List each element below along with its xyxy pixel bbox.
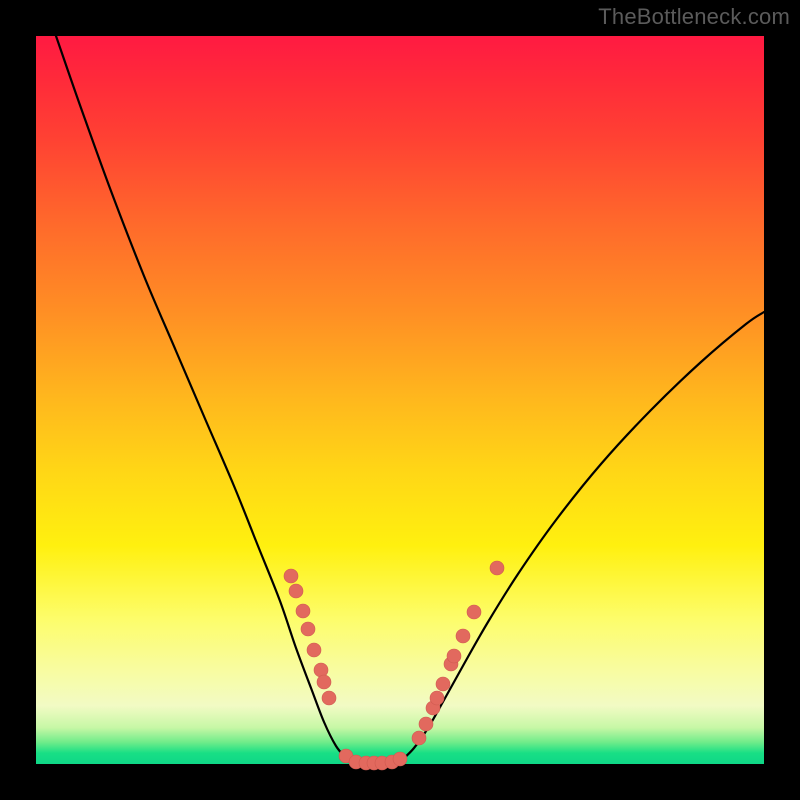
data-point	[456, 629, 470, 643]
data-point	[393, 752, 407, 766]
data-point	[490, 561, 504, 575]
data-point	[301, 622, 315, 636]
curve-right	[402, 312, 764, 760]
data-point	[289, 584, 303, 598]
data-point	[284, 569, 298, 583]
data-point	[419, 717, 433, 731]
data-point	[467, 605, 481, 619]
data-point	[447, 649, 461, 663]
marker-group	[284, 561, 504, 770]
data-point	[430, 691, 444, 705]
data-point	[436, 677, 450, 691]
data-point	[307, 643, 321, 657]
data-point	[296, 604, 310, 618]
data-point	[322, 691, 336, 705]
chart-svg	[36, 36, 764, 764]
curve-left	[56, 36, 346, 758]
chart-frame: TheBottleneck.com	[0, 0, 800, 800]
watermark: TheBottleneck.com	[598, 4, 790, 30]
data-point	[314, 663, 328, 677]
plot-area	[36, 36, 764, 764]
data-point	[412, 731, 426, 745]
data-point	[317, 675, 331, 689]
